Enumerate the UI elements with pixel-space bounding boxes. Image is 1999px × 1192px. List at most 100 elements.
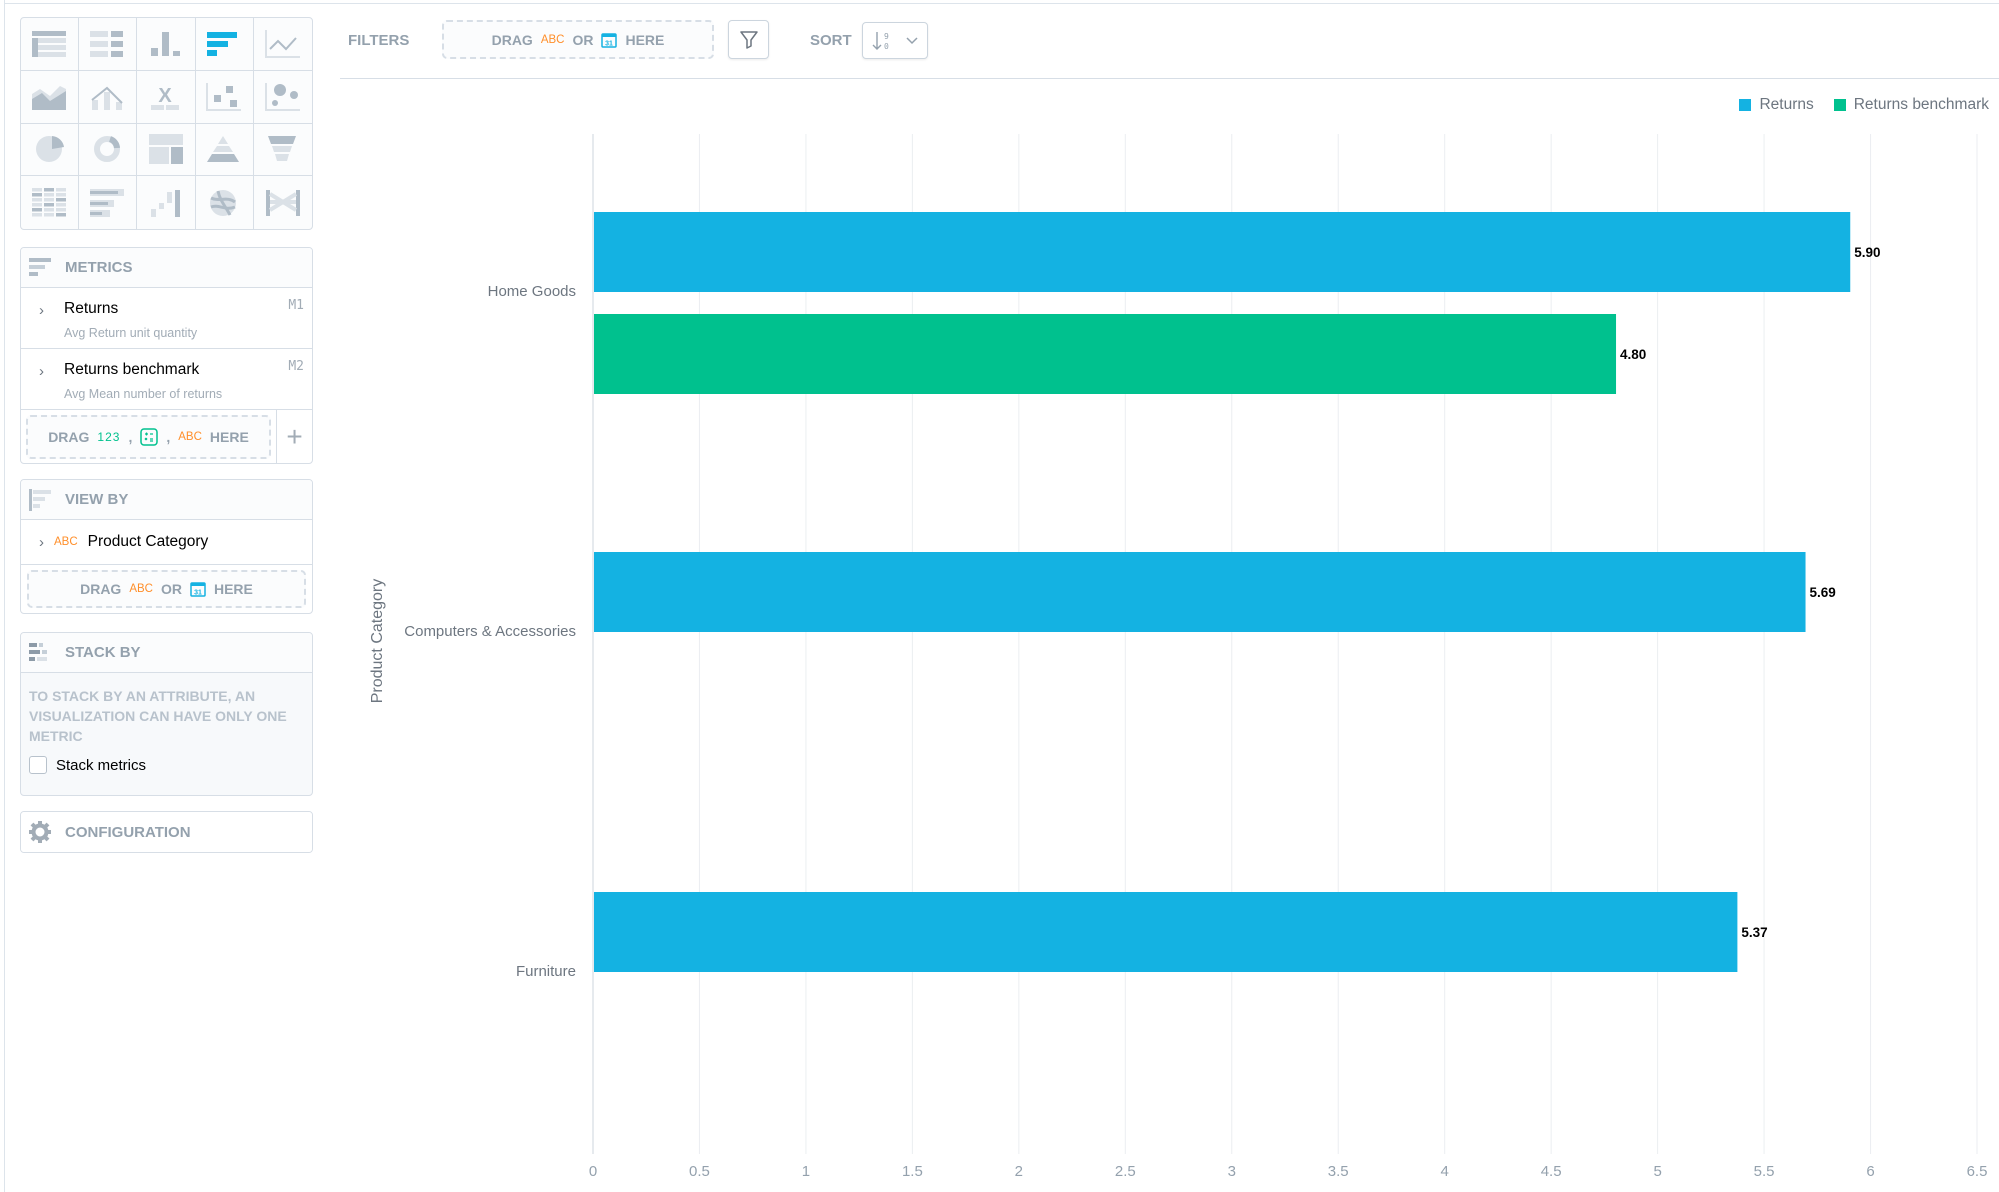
x-tick-label: 3 xyxy=(1228,1163,1236,1180)
stack-metrics-option[interactable]: Stack metrics xyxy=(21,746,312,784)
funnel-icon xyxy=(739,30,758,49)
x-tick-label: 1 xyxy=(802,1163,810,1180)
viz-type-pie-chart[interactable] xyxy=(21,123,80,177)
viz-type-xirr[interactable]: X xyxy=(137,70,196,124)
sidebar-border xyxy=(4,0,5,1192)
add-metric-button[interactable]: + xyxy=(276,410,312,463)
y-axis-title: Product Category xyxy=(369,578,386,704)
metric-item-returns-benchmark[interactable]: › Returns benchmark Avg Mean number of r… xyxy=(21,349,312,410)
filter-button[interactable] xyxy=(728,20,769,59)
svg-text:31: 31 xyxy=(194,590,202,597)
drop-text: , xyxy=(166,429,171,445)
attribute-badge: ABC xyxy=(540,33,565,46)
x-tick-label: 5 xyxy=(1653,1163,1661,1180)
gear-icon xyxy=(29,821,51,843)
svg-text:X: X xyxy=(158,85,172,107)
calculated-metric-icon xyxy=(140,428,159,446)
metrics-panel: METRICS › Returns Avg Return unit quanti… xyxy=(20,247,313,464)
metric-id: M2 xyxy=(288,359,304,374)
x-tick-label: 0 xyxy=(589,1163,597,1180)
viz-type-bubble-chart[interactable] xyxy=(253,71,312,124)
chevron-down-icon xyxy=(906,36,918,44)
viz-type-pyramid-chart[interactable] xyxy=(195,123,254,177)
viz-type-bar-chart[interactable] xyxy=(195,18,254,71)
metric-name: Returns xyxy=(64,300,119,317)
heatmap-icon xyxy=(31,187,66,217)
viz-type-funnel-chart[interactable] xyxy=(253,124,312,177)
chevron-right-icon[interactable]: › xyxy=(39,302,44,319)
configuration-title: CONFIGURATION xyxy=(65,823,191,841)
x-tick-label: 5.5 xyxy=(1754,1163,1775,1180)
viz-type-donut-chart[interactable] xyxy=(79,123,138,177)
chevron-right-icon[interactable]: › xyxy=(39,363,44,380)
number-badge: 123 xyxy=(97,430,121,444)
drop-text: HERE xyxy=(213,581,253,597)
stack-metrics-checkbox[interactable] xyxy=(29,756,47,774)
viz-type-bullet-chart[interactable] xyxy=(79,176,138,229)
category-label: Furniture xyxy=(516,963,576,980)
headline-icon xyxy=(89,30,123,57)
viz-type-combo-chart[interactable] xyxy=(79,70,138,124)
x-tick-label: 4 xyxy=(1441,1163,1449,1180)
data-label: 4.80 xyxy=(1620,347,1646,362)
viz-type-scatter-plot[interactable] xyxy=(195,70,254,124)
waterfall-chart-icon xyxy=(150,189,180,217)
svg-text:31: 31 xyxy=(606,40,614,47)
drop-text: DRAG xyxy=(491,31,533,48)
drop-text: HERE xyxy=(625,31,665,48)
sankey-chart-icon xyxy=(265,189,300,216)
viz-type-heatmap[interactable] xyxy=(21,176,80,229)
viz-type-treemap[interactable] xyxy=(137,123,196,177)
stack-by-title: STACK BY xyxy=(65,644,141,661)
drop-text: OR xyxy=(572,31,594,48)
view-by-drop-zone[interactable]: DRAG ABC OR 31 HERE xyxy=(27,570,306,608)
sort-dropdown[interactable]: 90 xyxy=(862,22,928,59)
legend-label: Returns benchmark xyxy=(1853,96,1989,113)
top-border xyxy=(4,3,1999,4)
data-label: 5.69 xyxy=(1810,585,1836,600)
view-by-header: VIEW BY xyxy=(21,480,312,520)
drop-text: DRAG xyxy=(80,581,122,597)
legend-item-returns-benchmark[interactable]: Returns benchmark xyxy=(1833,96,1989,114)
x-tick-label: 1.5 xyxy=(902,1163,923,1180)
filters-drop-zone[interactable]: DRAG ABC OR 31 HERE xyxy=(442,20,714,59)
attribute-badge: ABC xyxy=(129,583,153,595)
pie-chart-icon xyxy=(35,136,64,163)
svg-text:0: 0 xyxy=(884,42,889,51)
attribute-badge: ABC xyxy=(178,431,202,443)
legend-swatch xyxy=(1739,99,1752,111)
stack-by-header: STACK BY xyxy=(21,633,312,673)
metric-description: Avg Mean number of returns xyxy=(64,387,223,401)
viz-type-table[interactable] xyxy=(21,18,80,71)
line-chart-icon xyxy=(264,29,300,58)
viz-type-sankey-chart[interactable] xyxy=(254,176,312,229)
combo-chart-icon xyxy=(91,86,123,110)
metrics-drop-zone[interactable]: DRAG 123 , , ABC HERE xyxy=(26,415,271,459)
viz-type-headline[interactable] xyxy=(79,18,138,71)
header-divider xyxy=(340,78,1999,79)
metric-id: M1 xyxy=(288,298,304,313)
scatter-plot-icon xyxy=(206,82,242,111)
view-by-item[interactable]: › ABC Product Category xyxy=(21,520,312,565)
metric-item-returns[interactable]: › Returns Avg Return unit quantity M1 xyxy=(21,288,312,349)
attribute-badge: ABC xyxy=(54,536,78,548)
legend-item-returns[interactable]: Returns xyxy=(1739,96,1814,114)
x-tick-label: 2 xyxy=(1015,1163,1023,1180)
category-label: Computers & Accessories xyxy=(404,623,576,640)
viz-type-waterfall-chart[interactable] xyxy=(137,176,196,229)
drop-text: , xyxy=(128,429,133,445)
configuration-panel[interactable]: CONFIGURATION xyxy=(20,811,313,853)
metrics-icon xyxy=(29,257,51,276)
data-label: 5.37 xyxy=(1741,925,1767,940)
viz-type-column-chart[interactable] xyxy=(137,18,196,71)
viz-type-dependency-wheel[interactable] xyxy=(196,176,254,229)
view-by-panel: VIEW BY › ABC Product Category DRAG ABC … xyxy=(20,479,313,614)
viz-type-area-chart[interactable] xyxy=(21,70,80,124)
calendar-icon: 31 xyxy=(601,32,618,48)
chevron-right-icon[interactable]: › xyxy=(39,534,44,551)
drop-text: OR xyxy=(160,581,182,597)
bubble-chart-icon xyxy=(264,82,300,111)
chart-legend: Returns Returns benchmark xyxy=(1739,96,1989,114)
svg-text:9: 9 xyxy=(884,32,889,41)
viz-type-line-chart[interactable] xyxy=(253,18,312,71)
